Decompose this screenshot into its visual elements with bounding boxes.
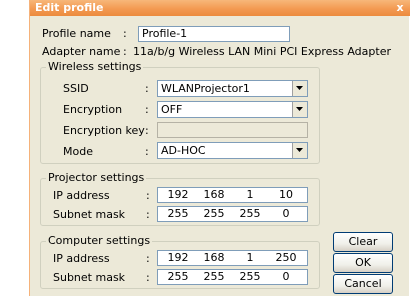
mask-octet: 0 <box>282 207 290 220</box>
projector-subnet-input[interactable]: 255 255 255 0 <box>157 206 308 222</box>
title-bar[interactable]: Edit profile x <box>30 0 410 16</box>
ip-octet: 1 <box>246 188 254 201</box>
encryption-label: Encryption <box>63 103 123 116</box>
mask-octet: 255 <box>203 270 225 283</box>
mask-octet: 255 <box>167 207 189 220</box>
edit-profile-dialog: Edit profile x Profile name : Profile-1 … <box>29 0 410 296</box>
mode-dropdown[interactable]: AD-HOC <box>157 142 308 159</box>
ip-octet: 10 <box>279 188 293 201</box>
separator: : <box>123 27 127 40</box>
chevron-down-icon[interactable] <box>292 102 307 117</box>
ssid-label: SSID <box>63 82 89 95</box>
ip-octet: 1 <box>246 251 254 264</box>
cancel-button[interactable]: Cancel <box>333 274 393 294</box>
separator: : <box>146 189 150 202</box>
separator: : <box>145 103 149 116</box>
chevron-down-icon[interactable] <box>292 143 307 158</box>
computer-subnet-input[interactable]: 255 255 255 0 <box>157 269 308 285</box>
ip-octet: 192 <box>167 188 189 201</box>
profile-name-label: Profile name <box>42 27 111 40</box>
adapter-name-label: Adapter name <box>42 45 121 58</box>
projector-mask-label: Subnet mask <box>53 208 126 221</box>
mode-label: Mode <box>63 145 93 158</box>
projector-ip-label: IP address <box>53 189 110 202</box>
ip-octet: 168 <box>203 251 225 264</box>
ok-button[interactable]: OK <box>333 253 393 273</box>
computer-settings-title: Computer settings <box>46 234 153 247</box>
computer-ip-label: IP address <box>53 252 110 265</box>
ssid-dropdown[interactable]: WLANProjector1 <box>157 80 308 97</box>
mask-octet: 255 <box>239 270 261 283</box>
separator: : <box>146 208 150 221</box>
mask-octet: 255 <box>239 207 261 220</box>
wireless-settings-title: Wireless settings <box>46 60 144 73</box>
mask-octet: 255 <box>203 207 225 220</box>
computer-ip-input[interactable]: 192 168 1 250 <box>157 250 308 266</box>
encryption-key-input <box>157 122 308 138</box>
ip-octet: 250 <box>275 251 297 264</box>
separator: : <box>145 145 149 158</box>
mask-octet: 0 <box>282 270 290 283</box>
separator: : <box>123 45 127 58</box>
adapter-name-value: 11a/b/g Wireless LAN Mini PCI Express Ad… <box>133 45 391 58</box>
chevron-down-icon[interactable] <box>292 81 307 96</box>
separator: : <box>146 252 150 265</box>
close-icon[interactable]: x <box>393 1 407 15</box>
separator: : <box>145 82 149 95</box>
clear-button[interactable]: Clear <box>333 232 393 252</box>
separator: : <box>146 271 150 284</box>
separator: : <box>145 124 149 137</box>
encryption-dropdown[interactable]: OFF <box>157 101 308 118</box>
mode-value: AD-HOC <box>161 144 206 157</box>
encryption-key-label: Encryption key <box>63 124 145 137</box>
projector-settings-title: Projector settings <box>46 171 147 184</box>
mask-octet: 255 <box>167 270 189 283</box>
computer-mask-label: Subnet mask <box>53 271 126 284</box>
ip-octet: 192 <box>167 251 189 264</box>
ssid-value: WLANProjector1 <box>161 82 250 95</box>
dialog-title: Edit profile <box>35 1 104 14</box>
ip-octet: 168 <box>203 188 225 201</box>
encryption-value: OFF <box>161 103 183 116</box>
projector-ip-input[interactable]: 192 168 1 10 <box>157 187 308 203</box>
profile-name-input[interactable]: Profile-1 <box>138 26 290 42</box>
